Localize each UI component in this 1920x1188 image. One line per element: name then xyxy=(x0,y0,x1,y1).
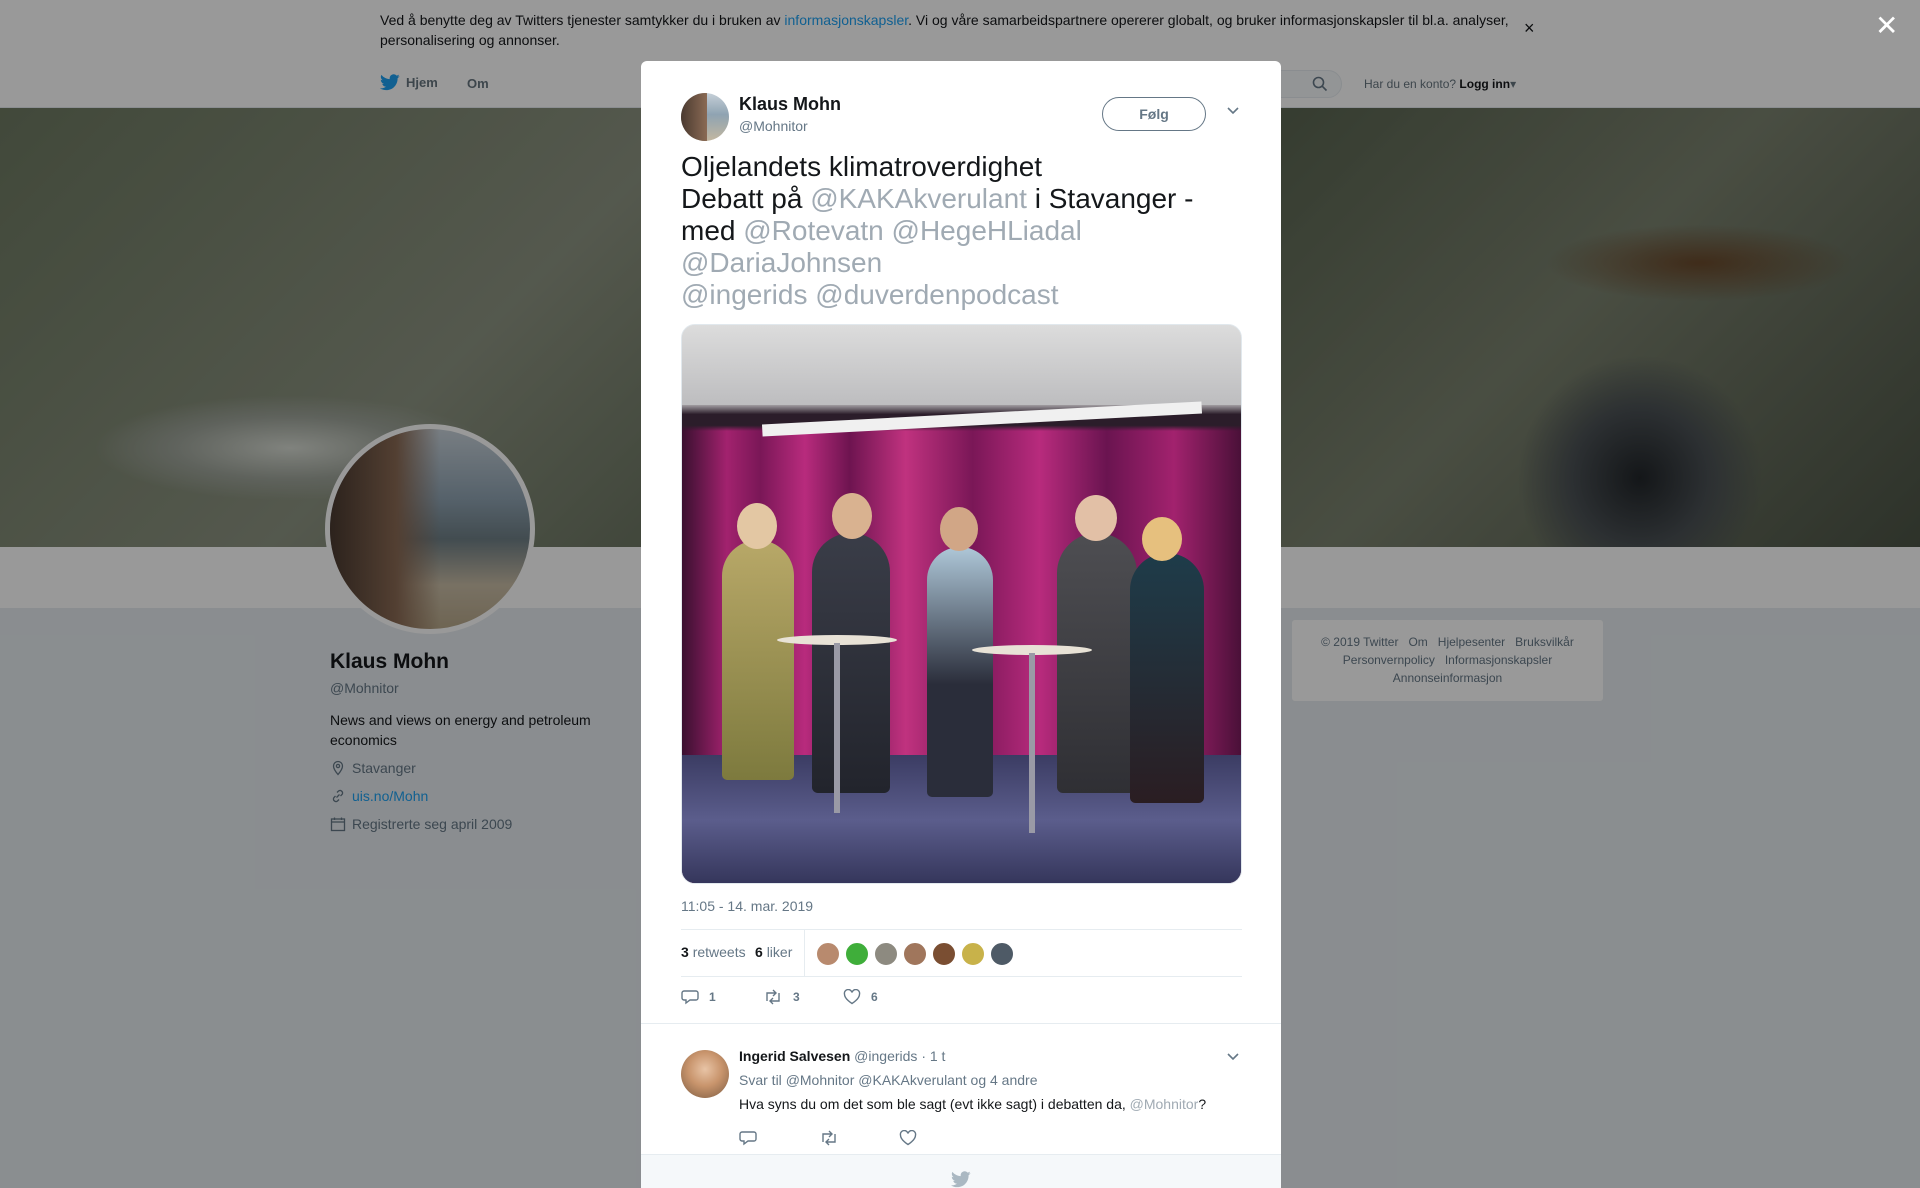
reply-icon xyxy=(681,990,699,1005)
photo-ceiling xyxy=(682,325,1241,405)
stats-divider xyxy=(804,930,805,976)
retweet-icon xyxy=(766,989,780,1005)
photo-person-head xyxy=(1075,495,1117,541)
reply-author-handle[interactable]: @ingerids xyxy=(854,1048,917,1064)
photo-person xyxy=(1057,533,1137,793)
reply-time[interactable]: · 1 t xyxy=(921,1048,945,1064)
tweet-timestamp[interactable]: 11:05 - 14. mar. 2019 xyxy=(681,898,813,914)
liker-avatar[interactable] xyxy=(874,942,898,966)
twitter-bird-icon xyxy=(951,1171,971,1188)
reply-to-line: Svar til @Mohnitor @KAKAkverulant og 4 a… xyxy=(739,1072,1038,1088)
mention-link[interactable]: @KAKAkverulant xyxy=(858,1072,966,1088)
photo-person-head xyxy=(1142,517,1182,561)
liker-avatar[interactable] xyxy=(961,942,985,966)
photo-person xyxy=(812,533,890,793)
mention-link[interactable]: @ingerids xyxy=(681,279,807,310)
mention-link[interactable]: @Mohnitor xyxy=(786,1072,855,1088)
mention-link[interactable]: @DariaJohnsen xyxy=(681,247,882,278)
photo-table-leg xyxy=(834,643,840,813)
tweet-stats: 3 retweets 6 liker xyxy=(681,929,1242,977)
heart-icon xyxy=(843,989,861,1005)
tweet-author-avatar[interactable] xyxy=(681,93,729,141)
photo-person xyxy=(927,547,993,797)
heart-icon[interactable] xyxy=(899,1130,917,1146)
photo-person xyxy=(1130,553,1204,803)
reply-to-more[interactable]: og 4 andre xyxy=(971,1072,1038,1088)
chevron-down-icon[interactable] xyxy=(1226,1052,1240,1062)
retweet-action[interactable]: 3 xyxy=(763,989,800,1005)
like-action[interactable]: 6 xyxy=(843,989,878,1005)
reply-header: Ingerid Salvesen @ingerids · 1 t xyxy=(739,1048,945,1064)
liker-avatar[interactable] xyxy=(903,942,927,966)
tweet-text: Oljelandets klimatroverdighet Debatt på … xyxy=(681,151,1194,310)
reply-tweet[interactable]: Ingerid Salvesen @ingerids · 1 t Svar ti… xyxy=(641,1023,1281,1123)
mention-link[interactable]: @Rotevatn xyxy=(743,215,884,246)
mention-link[interactable]: @HegeHLiadal xyxy=(892,215,1082,246)
mention-link[interactable]: @KAKAkverulant xyxy=(810,183,1027,214)
reply-actions xyxy=(739,1130,939,1148)
mention-link[interactable]: @Mohnitor xyxy=(1130,1096,1199,1112)
liker-avatar[interactable] xyxy=(990,942,1014,966)
photo-table-leg xyxy=(1029,653,1035,833)
reply-text: Hva syns du om det som ble sagt (evt ikk… xyxy=(739,1096,1207,1112)
liker-avatar[interactable] xyxy=(816,942,840,966)
mention-link[interactable]: @duverdenpodcast xyxy=(815,279,1058,310)
chevron-down-icon[interactable] xyxy=(1226,106,1240,116)
close-icon[interactable]: ✕ xyxy=(1875,12,1898,40)
reply-icon[interactable] xyxy=(739,1130,757,1146)
tweet-modal: Klaus Mohn @Mohnitor Følg Oljelandets kl… xyxy=(641,61,1281,1188)
retweets-stat[interactable]: 3 retweets xyxy=(681,944,746,960)
photo-person-head xyxy=(832,493,872,539)
likers-avatars xyxy=(816,942,1014,966)
tweet-author-handle[interactable]: @Mohnitor xyxy=(739,118,808,134)
photo-person-head xyxy=(940,507,978,551)
follow-button[interactable]: Følg xyxy=(1102,97,1206,131)
modal-footer xyxy=(641,1154,1281,1188)
liker-avatar[interactable] xyxy=(932,942,956,966)
tweet-actions: 1 3 6 xyxy=(681,989,1242,1013)
photo-person-head xyxy=(737,503,777,549)
tweet-photo[interactable] xyxy=(681,324,1242,884)
liker-avatar[interactable] xyxy=(845,942,869,966)
retweet-icon[interactable] xyxy=(819,1130,839,1146)
tweet-author-name[interactable]: Klaus Mohn xyxy=(739,94,841,115)
reply-author-avatar[interactable] xyxy=(681,1050,729,1098)
photo-screen xyxy=(761,401,1203,437)
photo-person xyxy=(722,540,794,780)
reply-author-name[interactable]: Ingerid Salvesen xyxy=(739,1048,850,1064)
reply-action[interactable]: 1 xyxy=(681,989,716,1005)
likes-stat[interactable]: 6 liker xyxy=(755,944,792,960)
